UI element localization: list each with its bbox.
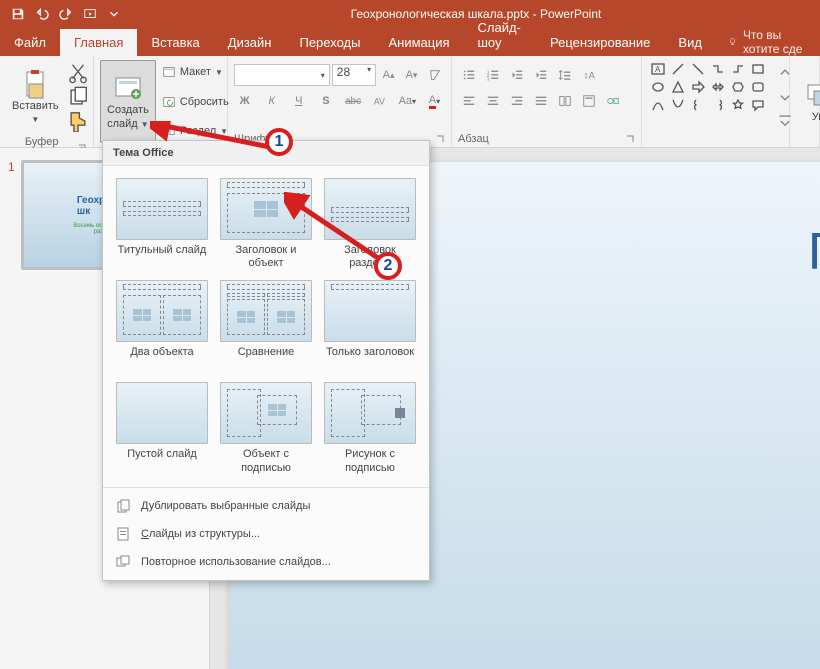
align-right-icon[interactable] [506,90,528,112]
redo-icon[interactable] [56,4,76,24]
align-center-icon[interactable] [482,90,504,112]
shape-star-icon[interactable] [728,96,748,114]
align-left-icon[interactable] [458,90,480,112]
tab-review[interactable]: Рецензирование [536,29,664,56]
format-painter-button[interactable] [67,110,89,132]
bold-button[interactable]: Ж [234,90,255,112]
save-icon[interactable] [8,4,28,24]
outline-icon [115,526,131,542]
tab-transitions[interactable]: Переходы [285,29,374,56]
align-text-icon[interactable] [578,90,600,112]
layout-comparison[interactable]: Сравнение [215,276,317,376]
menu-slides-from-outline[interactable]: Слайды из структуры... [103,520,429,548]
annotation-badge-1: 1 [265,128,293,156]
svg-text:3: 3 [487,76,490,81]
shapes-gallery[interactable]: A [648,60,768,143]
justify-icon[interactable] [530,90,552,112]
font-size-select[interactable]: 28 ▾ [332,64,376,86]
layout-blank[interactable]: Пустой слайд [111,378,213,478]
shape-arrow-icon[interactable] [688,78,708,96]
bullets-icon[interactable] [458,64,480,86]
layout-two-content[interactable]: Два объекта [111,276,213,376]
shape-textbox-icon[interactable]: A [648,60,668,78]
svg-text:AV: AV [374,97,385,107]
shape-brace2-icon[interactable] [708,96,728,114]
svg-text:↕A: ↕A [584,71,596,82]
line-spacing-icon[interactable] [554,64,576,86]
new-slide-button[interactable]: Создать слайд ▼ [100,60,156,143]
strike-button[interactable]: abc [343,90,364,112]
clear-formatting-icon[interactable] [424,64,445,86]
increase-indent-icon[interactable] [530,64,552,86]
decrease-font-icon[interactable]: A▾ [401,64,422,86]
shape-curve2-icon[interactable] [668,96,688,114]
shadow-button[interactable]: S [315,90,336,112]
shape-brace-icon[interactable] [688,96,708,114]
duplicate-icon [115,498,131,514]
shape-line-icon[interactable] [668,60,688,78]
undo-icon[interactable] [32,4,52,24]
clipboard-icon [19,68,51,100]
shape-callout-icon[interactable] [748,96,768,114]
menu-reuse-slides[interactable]: Повторное использование слайдов... [103,548,429,576]
increase-font-icon[interactable]: A▴ [378,64,399,86]
shape-connector2-icon[interactable] [728,60,748,78]
font-family-select[interactable]: ▾ [234,64,330,86]
svg-text:A: A [655,65,661,74]
shape-triangle-icon[interactable] [668,78,688,96]
columns-icon[interactable] [554,90,576,112]
tell-me-search[interactable]: Что вы хотите сде [716,28,820,56]
char-spacing-icon[interactable]: AV [370,90,391,112]
arrange-icon [802,79,820,111]
reset-button[interactable]: Сбросить [158,92,233,112]
text-direction-icon[interactable]: ↕A [578,64,600,86]
lightbulb-icon [728,35,737,49]
shape-oval-icon[interactable] [648,78,668,96]
arrange-button[interactable]: Уп [796,60,820,143]
font-launcher-icon[interactable] [435,134,445,144]
italic-button[interactable]: К [261,90,282,112]
reuse-icon [115,554,131,570]
change-case-icon[interactable]: Aa▾ [397,90,418,112]
tab-insert[interactable]: Вставка [137,29,213,56]
paste-button[interactable]: Вставить▼ [6,60,65,134]
menu-duplicate-slides[interactable]: Дублировать выбранные слайды [103,492,429,520]
shape-arrow2-icon[interactable] [708,78,728,96]
shape-connector-icon[interactable] [708,60,728,78]
shape-rect-icon[interactable] [748,60,768,78]
annotation-badge-2: 2 [374,252,402,280]
copy-button[interactable] [67,86,89,108]
tab-slideshow[interactable]: Слайд-шоу [464,14,537,56]
thumb-number: 1 [8,160,15,270]
layout-content-caption[interactable]: Объект с подписью [215,378,317,478]
layout-picture-caption[interactable]: Рисунок с подписью [319,378,421,478]
shape-roundrect-icon[interactable] [748,78,768,96]
shape-line2-icon[interactable] [688,60,708,78]
underline-button[interactable]: Ч [288,90,309,112]
qat-customize-icon[interactable] [104,4,124,24]
tab-home[interactable]: Главная [60,29,137,56]
tab-design[interactable]: Дизайн [214,29,286,56]
paragraph-group-label: Абзац [458,133,489,145]
font-color-icon[interactable]: A▾ [424,90,445,112]
shape-curve-icon[interactable] [648,96,668,114]
cut-button[interactable] [67,62,89,84]
numbering-icon[interactable]: 123 [482,64,504,86]
layout-title-slide[interactable]: Титульный слайд [111,174,213,274]
new-slide-icon [112,72,144,104]
start-slideshow-icon[interactable] [80,4,100,24]
layout-title-only[interactable]: Только заголовок [319,276,421,376]
shape-hexagon-icon[interactable] [728,78,748,96]
tab-animations[interactable]: Анимация [374,29,463,56]
paragraph-launcher-icon[interactable] [625,134,635,144]
tab-view[interactable]: Вид [664,29,716,56]
tab-file[interactable]: Файл [0,29,60,56]
smartart-icon[interactable] [602,90,624,112]
decrease-indent-icon[interactable] [506,64,528,86]
layout-button[interactable]: Макет▼ [158,62,233,82]
